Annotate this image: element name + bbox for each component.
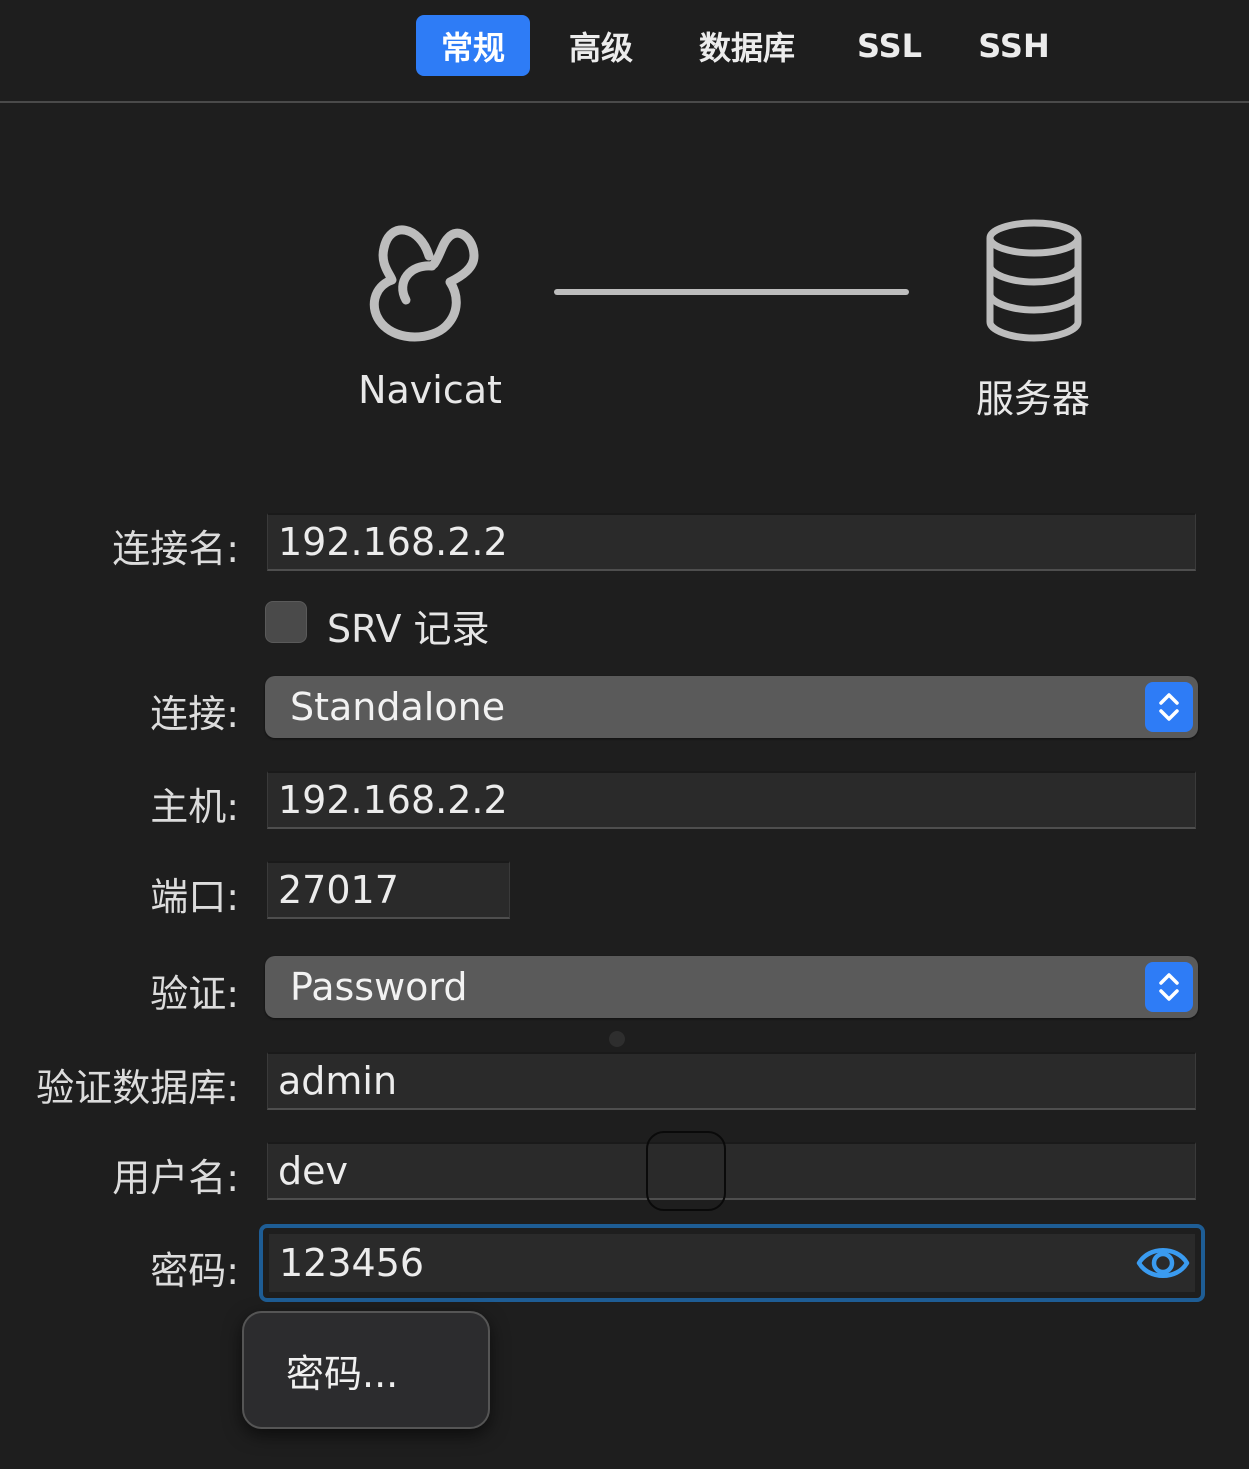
tab-ssh[interactable]: SSH — [964, 15, 1064, 76]
connection-name-field[interactable]: 192.168.2.2 — [267, 513, 1196, 571]
password-field[interactable]: 123456 — [269, 1234, 1195, 1292]
connection-type-label: 连接: — [150, 692, 239, 736]
database-icon — [984, 218, 1084, 342]
connection-dialog: 常规 高级 数据库 SSL SSH Navicat 服务器 连接名: 192.1… — [0, 0, 1249, 1469]
chevron-up-down-icon[interactable] — [1145, 682, 1193, 732]
navicat-logo-icon — [362, 216, 496, 346]
password-field-focus-ring[interactable]: 123456 — [259, 1224, 1205, 1302]
password-menu-popup: 密码... — [242, 1311, 490, 1429]
srv-checkbox[interactable] — [265, 601, 307, 643]
cursor-highlight — [646, 1131, 726, 1211]
username-field[interactable]: dev — [267, 1142, 1196, 1200]
username-label: 用户名: — [112, 1156, 239, 1200]
host-field[interactable]: 192.168.2.2 — [267, 771, 1196, 829]
server-label: 服务器 — [975, 377, 1090, 421]
srv-checkbox-label[interactable]: SRV 记录 — [327, 598, 490, 653]
password-menu-item[interactable]: 密码... — [286, 1343, 398, 1398]
auth-database-field[interactable]: admin — [267, 1052, 1196, 1110]
password-label: 密码: — [150, 1249, 239, 1293]
chevron-up-down-icon[interactable] — [1145, 962, 1193, 1012]
auth-database-label: 验证数据库: — [36, 1066, 239, 1110]
port-label: 端口: — [150, 875, 239, 919]
auth-label: 验证: — [150, 972, 239, 1016]
connection-type-select[interactable]: Standalone — [265, 676, 1198, 738]
focus-dot — [609, 1031, 625, 1047]
connection-name-label: 连接名: — [112, 527, 239, 571]
tab-advanced[interactable]: 高级 — [546, 15, 656, 76]
tab-database[interactable]: 数据库 — [680, 15, 814, 76]
tab-bar: 常规 高级 数据库 SSL SSH — [0, 0, 1249, 103]
tab-ssl[interactable]: SSL — [842, 15, 937, 76]
client-label: Navicat — [358, 368, 502, 412]
auth-value: Password — [290, 965, 468, 1009]
tab-general[interactable]: 常规 — [416, 15, 530, 76]
password-value: 123456 — [279, 1241, 425, 1285]
connection-line — [554, 289, 909, 295]
port-field[interactable]: 27017 — [267, 861, 510, 919]
host-label: 主机: — [150, 785, 239, 829]
eye-icon[interactable] — [1135, 1236, 1191, 1294]
auth-select[interactable]: Password — [265, 956, 1198, 1018]
connection-type-value: Standalone — [290, 685, 506, 729]
